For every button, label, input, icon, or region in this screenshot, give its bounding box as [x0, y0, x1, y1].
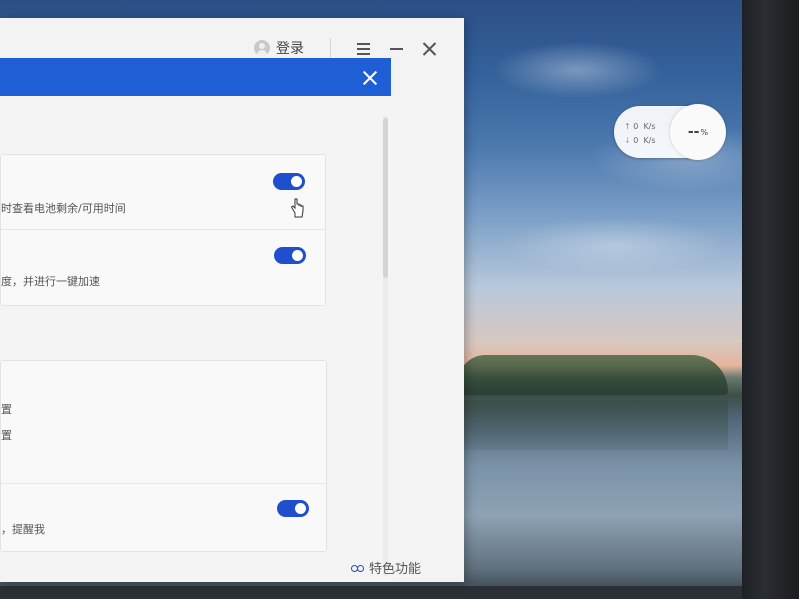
row-divider [1, 483, 326, 484]
row-divider [1, 229, 325, 230]
toggle-knob [291, 176, 302, 187]
user-avatar-icon [254, 40, 270, 56]
window-titlebar: 登录 [0, 18, 464, 60]
toggle-knob [292, 250, 303, 261]
login-button[interactable]: 登录 [254, 38, 304, 58]
network-speed-widget[interactable]: ↑ 0 K/s ↓ 0 K/s --% [614, 104, 726, 160]
speedup-desc: 度，并进行一键加速 [1, 275, 100, 288]
percent-sign: % [700, 127, 709, 137]
setting-line-a: 置 [1, 403, 12, 416]
window-close-icon[interactable] [421, 40, 439, 58]
featured-functions-link[interactable]: 特色功能 [351, 558, 421, 577]
login-label: 登录 [276, 41, 304, 57]
reminder-desc: ，提醒我 [1, 523, 45, 536]
hand-cursor-icon [290, 198, 304, 218]
minimize-icon[interactable] [388, 40, 406, 58]
reminder-toggle[interactable] [277, 500, 309, 517]
usage-percent-circle[interactable]: --% [670, 104, 726, 160]
featured-functions-label: 特色功能 [369, 562, 422, 577]
usage-percent-value: -- [687, 124, 700, 140]
wallpaper-treeline [458, 355, 728, 395]
dialog-header [0, 58, 391, 96]
settings-card-reminder: 置 置 ，提醒我 [0, 360, 327, 552]
setting-line-b: 置 [1, 429, 12, 442]
toggle-knob [295, 503, 306, 514]
scrollbar-thumb[interactable] [383, 118, 388, 278]
battery-desc: 时查看电池剩余/可用时间 [1, 202, 126, 215]
upload-arrow-icon: ↑ [624, 122, 631, 131]
screen-bottom-edge [0, 586, 742, 599]
monitor-bezel [742, 0, 799, 599]
titlebar-divider [330, 38, 331, 60]
download-rate: ↓ 0 K/s [624, 136, 656, 145]
network-rates: ↑ 0 K/s ↓ 0 K/s [624, 120, 656, 148]
battery-toggle[interactable] [273, 173, 305, 190]
settings-card-battery: 时查看电池剩余/可用时间 度，并进行一键加速 [0, 154, 326, 306]
download-arrow-icon: ↓ [624, 136, 631, 145]
wallpaper-reflection [458, 400, 728, 450]
speedup-toggle[interactable] [274, 247, 306, 264]
menu-icon[interactable] [355, 40, 373, 58]
upload-rate: ↑ 0 K/s [624, 122, 656, 131]
infinity-icon [351, 563, 365, 573]
dialog-close-icon[interactable] [362, 70, 378, 86]
app-window: 登录 时查看电池剩余/可用时间 度，并进行一键加速 置 置 ，提醒我 特色功能 [0, 18, 464, 582]
